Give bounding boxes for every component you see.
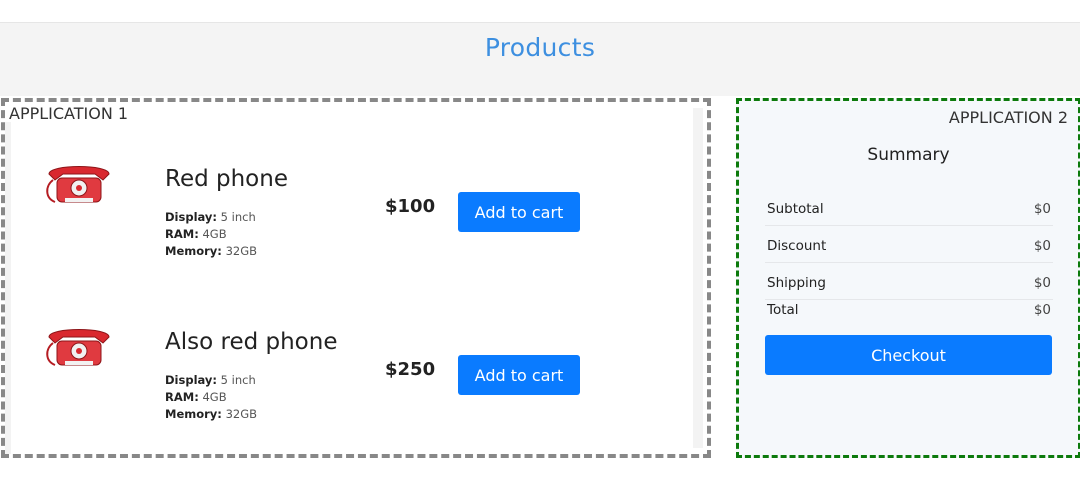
summary-value: $0 — [1033, 275, 1051, 291]
summary-label: Total — [767, 302, 799, 318]
summary-row-total: Total $0 — [765, 300, 1053, 326]
spec-display: Display: 5 inch — [165, 210, 256, 224]
add-to-cart-button[interactable]: Add to cart — [458, 355, 580, 395]
spec-ram: RAM: 4GB — [165, 390, 227, 404]
application-1-label: APPLICATION 1 — [9, 104, 129, 123]
summary-row-discount: Discount $0 — [765, 226, 1053, 263]
summary-label: Discount — [767, 238, 827, 254]
product-card: Red phone Display: 5 inch RAM: 4GB Memor… — [5, 150, 695, 290]
spec-memory: Memory: 32GB — [165, 244, 257, 258]
product-price: $100 — [385, 196, 436, 217]
product-name: Red phone — [165, 166, 288, 192]
product-name: Also red phone — [165, 329, 338, 355]
summary-label: Subtotal — [767, 201, 824, 217]
summary-row-subtotal: Subtotal $0 — [765, 189, 1053, 226]
red-phone-icon — [43, 158, 115, 206]
summary-value: $0 — [1033, 238, 1051, 254]
page-title: Products — [484, 33, 596, 62]
page-header: Products — [0, 22, 1080, 96]
summary-row-shipping: Shipping $0 — [765, 263, 1053, 300]
product-card: Also red phone Display: 5 inch RAM: 4GB … — [5, 313, 695, 453]
application-2-label: APPLICATION 2 — [948, 108, 1068, 127]
summary-title: Summary — [867, 145, 950, 165]
summary-value: $0 — [1033, 302, 1051, 318]
spec-display: Display: 5 inch — [165, 373, 256, 387]
spec-ram: RAM: 4GB — [165, 227, 227, 241]
summary-value: $0 — [1033, 201, 1051, 217]
summary-label: Shipping — [767, 275, 826, 291]
application-1-panel: APPLICATION 1 Red phone Display: 5 inch … — [1, 98, 711, 458]
red-phone-icon — [43, 321, 115, 369]
product-price: $250 — [385, 359, 436, 380]
application-2-panel: APPLICATION 2 Summary Subtotal $0 Discou… — [736, 98, 1080, 458]
spec-memory: Memory: 32GB — [165, 407, 257, 421]
checkout-button[interactable]: Checkout — [765, 335, 1052, 375]
add-to-cart-button[interactable]: Add to cart — [458, 192, 580, 232]
